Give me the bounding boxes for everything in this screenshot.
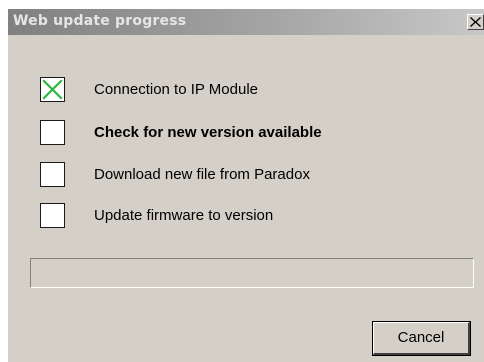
step-label-check-version: Check for new version available <box>94 124 322 141</box>
step-download: Download new file from Paradox <box>40 162 460 188</box>
step-update-firmware: Update firmware to version <box>40 203 460 229</box>
step-connection: Connection to IP Module <box>40 77 460 103</box>
title-bar[interactable]: Web update progress <box>8 9 484 35</box>
close-button[interactable] <box>467 14 484 30</box>
step-label-connection: Connection to IP Module <box>94 81 258 98</box>
step-label-update-firmware: Update firmware to version <box>94 207 274 224</box>
close-icon <box>470 17 481 27</box>
step-checkbox-connection <box>40 77 65 102</box>
progress-bar <box>30 258 474 288</box>
step-label-download: Download new file from Paradox <box>94 166 310 183</box>
window-title: Web update progress <box>13 13 187 29</box>
step-check-version: Check for new version available <box>40 120 460 146</box>
step-checkbox-check-version <box>40 120 65 145</box>
web-update-progress-dialog: Web update progress Connection to IP Mod… <box>8 9 484 362</box>
step-checkbox-download <box>40 162 65 187</box>
cancel-button[interactable]: Cancel <box>372 321 471 356</box>
step-checkbox-update-firmware <box>40 203 65 228</box>
